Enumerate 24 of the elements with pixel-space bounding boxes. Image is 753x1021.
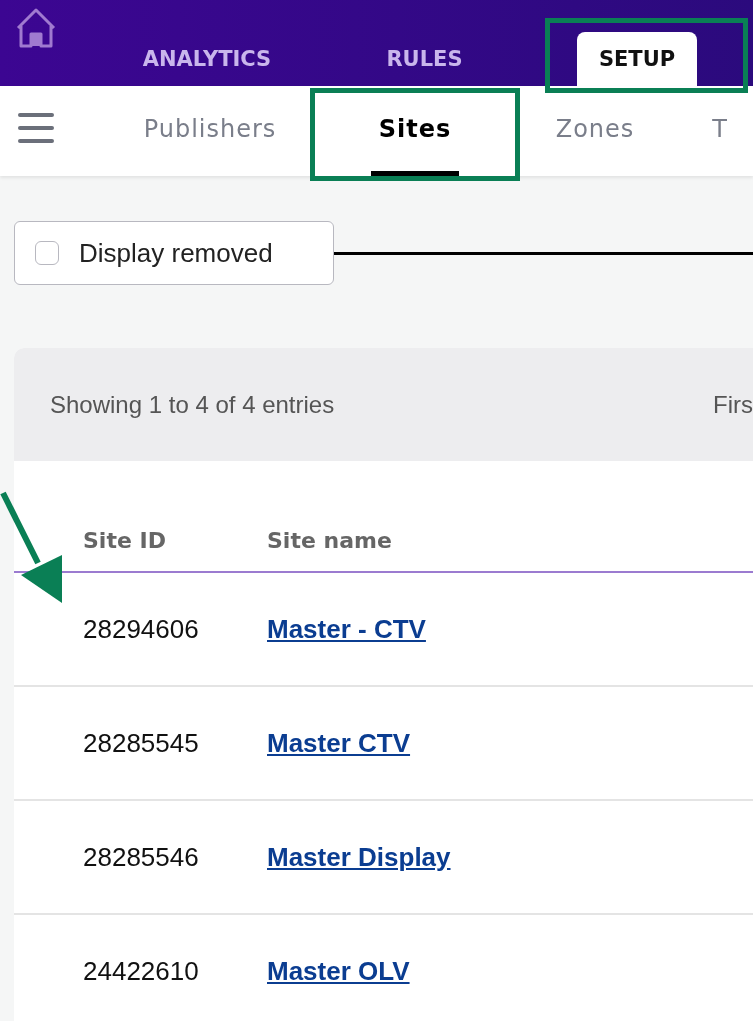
pager-link[interactable]: Firs xyxy=(713,390,753,419)
table-cell-text: 24422610 xyxy=(82,955,200,987)
site-link[interactable]: Master OLV xyxy=(267,955,410,986)
site-link[interactable]: Master Display xyxy=(267,841,451,872)
sub-tab[interactable]: Zones xyxy=(547,86,643,176)
checkbox-label: Display removed xyxy=(79,237,273,269)
sub-tab[interactable]: Publishers xyxy=(135,86,285,176)
home-icon[interactable] xyxy=(14,6,58,50)
site-link[interactable]: Master CTV xyxy=(267,727,411,758)
column-header[interactable]: Site name xyxy=(267,528,392,553)
entries-summary: Showing 1 to 4 of 4 entries xyxy=(50,390,335,419)
checkbox[interactable] xyxy=(35,241,59,265)
sub-tab[interactable]: T xyxy=(704,86,736,176)
nav-tab[interactable]: RULES xyxy=(364,32,485,86)
table-cell-text: 28285546 xyxy=(82,841,200,873)
nav-tab[interactable]: SETUP xyxy=(576,32,698,86)
menu-icon[interactable] xyxy=(18,113,54,143)
nav-tab[interactable]: ANALYTICS xyxy=(120,32,294,86)
sub-tab[interactable]: Sites xyxy=(370,86,460,176)
table-cell-text: 28285545 xyxy=(82,727,200,759)
display-removed-toggle[interactable]: Display removed xyxy=(14,221,334,285)
column-header[interactable]: Site ID xyxy=(14,528,267,553)
table-cell-text: 28294606 xyxy=(82,613,200,645)
site-link[interactable]: Master - CTV xyxy=(267,613,426,644)
